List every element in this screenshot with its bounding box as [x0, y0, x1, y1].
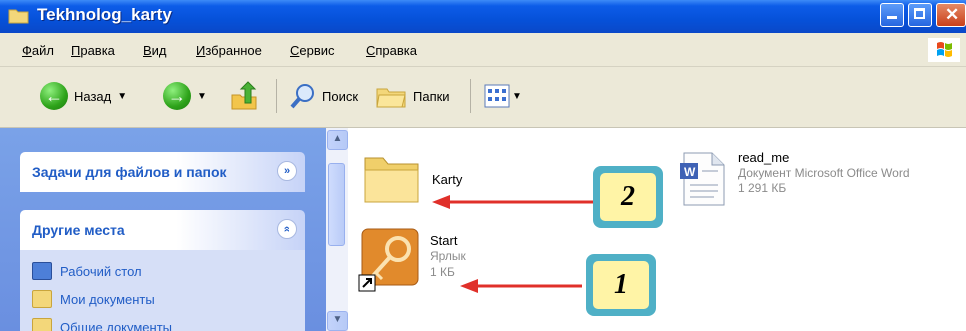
callout-number: 1 — [593, 261, 649, 309]
callout-badge: 2 — [593, 166, 663, 228]
callout-number: 2 — [600, 173, 656, 221]
callout-badge: 1 — [586, 254, 656, 316]
arrowhead-start-icon — [460, 279, 478, 293]
explorer-window: Tekhnolog_karty ✕ Файл Правка Вид Избран… — [0, 0, 966, 331]
arrowhead-karty-icon — [432, 195, 450, 209]
annotation-arrows — [432, 195, 600, 293]
